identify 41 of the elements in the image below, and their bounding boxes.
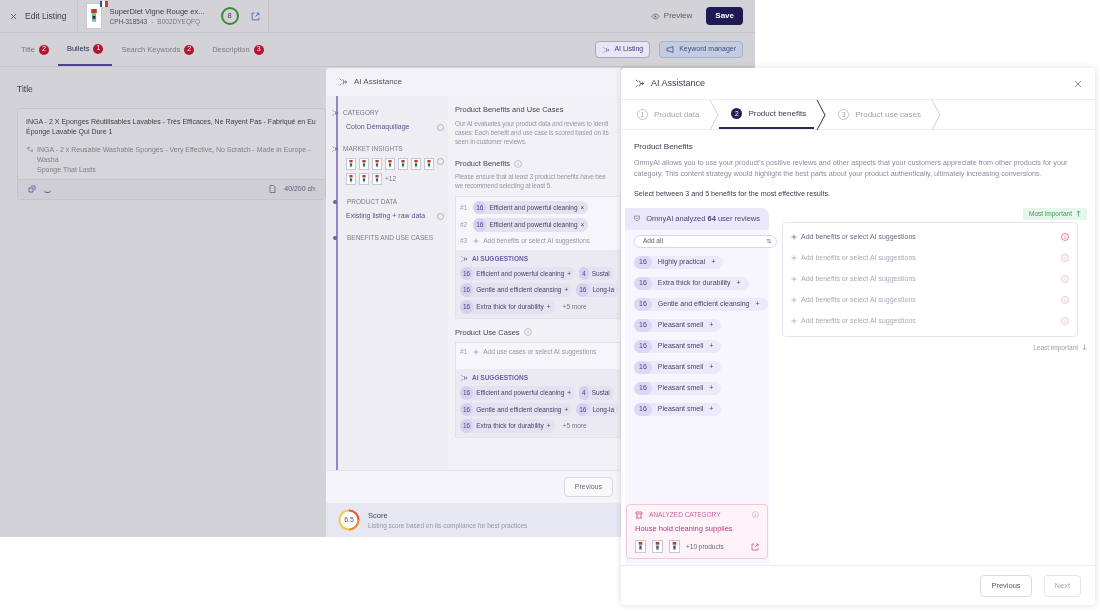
plus-icon bbox=[791, 318, 797, 325]
plus-icon bbox=[791, 276, 797, 283]
preview-button[interactable]: Preview bbox=[650, 10, 693, 22]
info-icon bbox=[514, 159, 523, 168]
info-icon bbox=[752, 511, 759, 519]
external-link-icon[interactable] bbox=[250, 11, 260, 21]
info-icon bbox=[523, 328, 532, 337]
info-icon bbox=[1061, 275, 1069, 284]
close-icon[interactable] bbox=[10, 12, 17, 20]
document-icon bbox=[269, 185, 277, 194]
eye-icon bbox=[650, 12, 660, 20]
translate-icon bbox=[26, 145, 33, 153]
dialog-title: AI Assistance bbox=[651, 76, 706, 90]
plus-icon bbox=[791, 234, 797, 241]
chevron-divider bbox=[931, 100, 941, 130]
page-title: Edit Listing bbox=[25, 9, 67, 23]
arrow-up-icon bbox=[1076, 210, 1081, 218]
copy-icon[interactable] bbox=[28, 185, 36, 194]
sort-icon bbox=[766, 238, 772, 245]
shield-icon bbox=[634, 214, 641, 224]
score-ring-icon bbox=[338, 509, 360, 531]
info-icon bbox=[1061, 254, 1069, 263]
section-heading: Product Benefits bbox=[634, 141, 693, 153]
plus-icon bbox=[791, 255, 797, 262]
info-icon bbox=[1061, 317, 1069, 326]
flag-icon bbox=[99, 1, 108, 7]
info-icon bbox=[1061, 233, 1069, 242]
chevron-divider bbox=[709, 100, 720, 130]
plus-icon bbox=[473, 237, 480, 244]
close-icon[interactable] bbox=[1074, 79, 1082, 88]
arrow-down-icon bbox=[1082, 343, 1087, 351]
info-icon bbox=[1061, 296, 1069, 305]
external-link-icon[interactable] bbox=[751, 542, 759, 551]
store-icon bbox=[635, 510, 643, 519]
megaphone-icon bbox=[666, 46, 676, 53]
plus-icon bbox=[473, 348, 480, 355]
panel-title: AI Assistance bbox=[354, 76, 403, 88]
field-label: Title bbox=[17, 83, 33, 96]
plus-icon bbox=[791, 297, 797, 304]
chevron-divider bbox=[816, 100, 827, 130]
save-button[interactable]: Save bbox=[706, 7, 743, 25]
